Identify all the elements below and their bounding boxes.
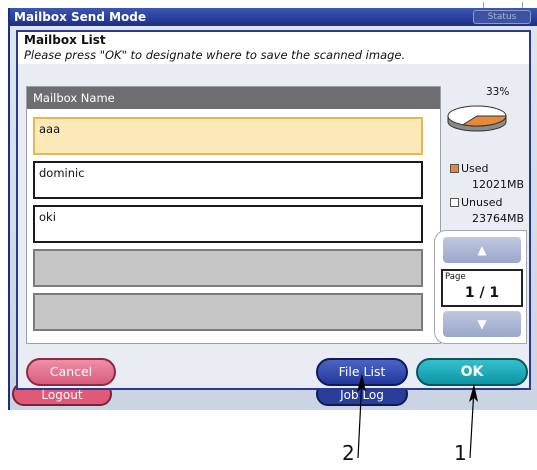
callout-layer <box>357 374 478 459</box>
callout-number-1: 1 <box>454 441 467 465</box>
callout-arrow-1 <box>469 384 478 459</box>
callout-number-2: 2 <box>342 441 355 465</box>
callout-arrow-2 <box>357 374 366 459</box>
